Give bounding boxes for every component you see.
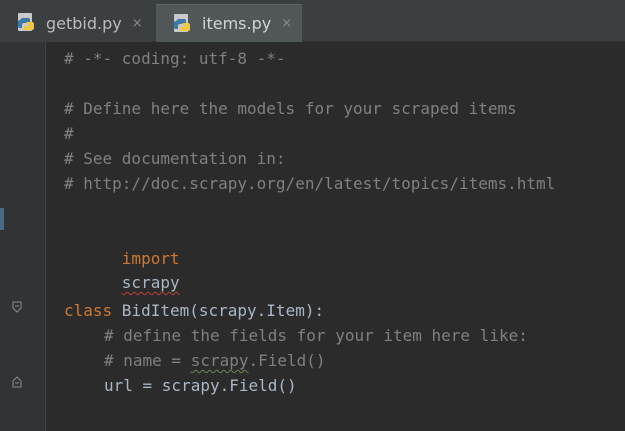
close-icon[interactable]: ×: [132, 16, 143, 31]
code-line-comment: # -*- coding: utf-8 -*-: [64, 49, 286, 68]
code-line-import: import scrapy: [64, 223, 180, 292]
line-gutter: [10, 42, 46, 431]
code-line-comment: # define the fields for your item here l…: [104, 326, 528, 345]
fold-open-icon[interactable]: [12, 301, 22, 313]
tab-label: items.py: [202, 14, 272, 33]
python-file-icon: [18, 13, 34, 31]
code-line-comment: # name = scrapy.Field(): [104, 349, 326, 373]
code-line-comment: # Define here the models for your scrape…: [64, 99, 517, 118]
editor-tab-bar: getbid.py × items.py ×: [0, 0, 625, 42]
keyword-class: class: [64, 301, 113, 320]
fold-end-icon[interactable]: [12, 376, 22, 388]
code-line-comment: # See documentation in:: [64, 149, 286, 168]
code-line-class: class BidItem(scrapy.Item):: [64, 299, 324, 323]
code-line-comment: # http://doc.scrapy.org/en/latest/topics…: [64, 174, 556, 193]
tab-items-py[interactable]: items.py ×: [156, 4, 302, 42]
code-line-comment: #: [64, 124, 74, 143]
code-line-field: url = scrapy.Field(): [104, 376, 297, 395]
code-editor[interactable]: # -*- coding: utf-8 -*- # Define here th…: [46, 42, 625, 431]
strip-marker: [0, 208, 4, 230]
comment-part: .Field(): [248, 351, 326, 370]
tab-label: getbid.py: [46, 13, 122, 33]
comment-part: scrapy: [190, 351, 249, 370]
close-icon[interactable]: ×: [281, 16, 292, 31]
module-name: scrapy: [121, 273, 180, 292]
python-file-icon: [174, 13, 190, 32]
tab-getbid-py[interactable]: getbid.py ×: [0, 4, 152, 42]
comment-part: # name =: [104, 351, 191, 370]
tool-window-strip: [0, 42, 10, 431]
ide-window: getbid.py × items.py × # -*- coding: utf…: [0, 0, 625, 431]
class-definition: BidItem(scrapy.Item):: [112, 301, 325, 320]
keyword-import: import: [121, 249, 180, 268]
